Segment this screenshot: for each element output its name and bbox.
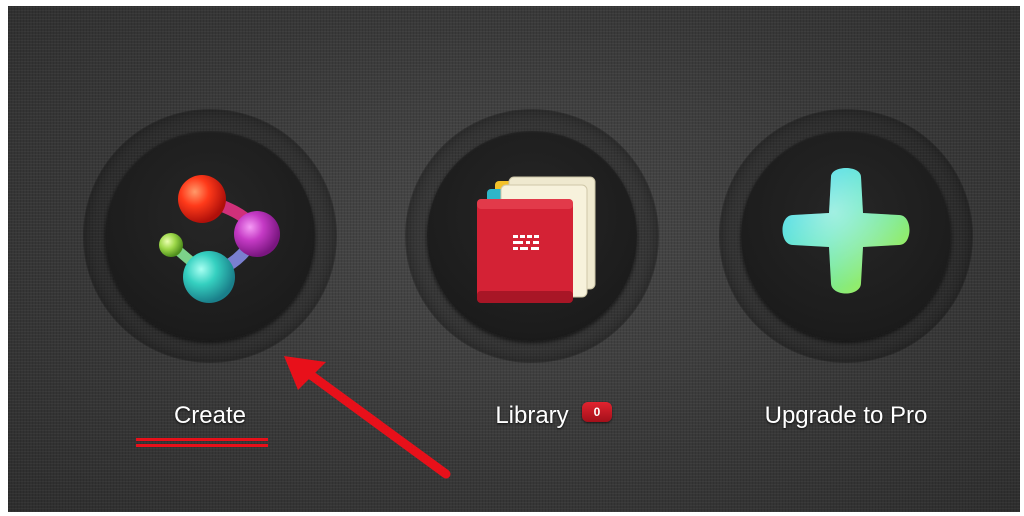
annotation-arrow [284,356,451,479]
tile-upgrade: Upgrade to Pro [696,6,996,512]
upgrade-label-wrap: Upgrade to Pro [696,402,996,430]
create-disc [105,131,315,341]
create-label[interactable]: Create [174,402,246,430]
app-background: Create Library 0 Upgrade to Pro [8,6,1020,512]
molecule-icon [159,175,280,303]
upgrade-button[interactable] [720,110,972,362]
folder-stack-icon [477,176,596,303]
library-label[interactable]: Library [495,402,568,430]
library-count-badge: 0 [582,402,612,422]
library-button[interactable] [406,110,658,362]
upgrade-label[interactable]: Upgrade to Pro [765,402,928,430]
library-disc [427,131,637,341]
create-button[interactable] [84,110,336,362]
plus-icon [782,168,910,294]
annotation-underline [136,438,268,447]
upgrade-disc [741,131,951,341]
